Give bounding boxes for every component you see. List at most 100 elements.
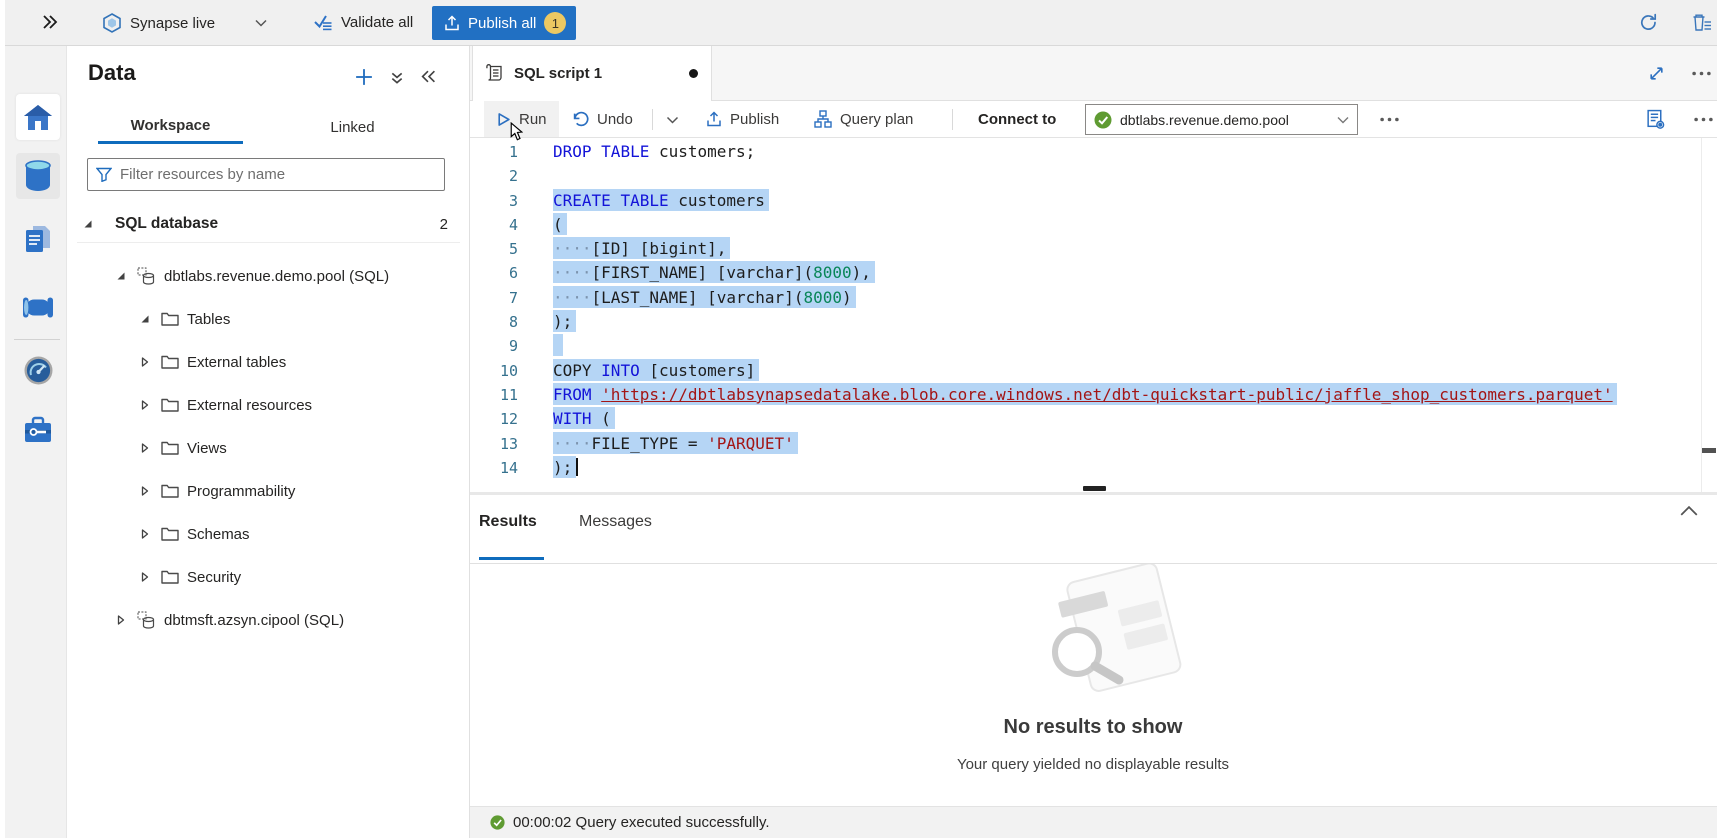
pane-more-actions-icon[interactable]: [1694, 117, 1713, 122]
code-line-7[interactable]: 7····[LAST_NAME] [varchar](8000): [470, 286, 1700, 310]
publish-count-badge: 1: [544, 12, 566, 34]
connect-to-label: Connect to: [978, 101, 1056, 137]
folder-icon: [161, 354, 179, 370]
add-resource-icon[interactable]: [355, 68, 373, 86]
run-play-icon: [496, 112, 511, 127]
publish-all-label: Publish all: [468, 15, 536, 32]
double-chevron-down-icon[interactable]: [390, 71, 404, 85]
pool-selector-dropdown[interactable]: dbtlabs.revenue.demo.pool: [1085, 104, 1358, 135]
publish-upload-icon: [444, 15, 460, 31]
folder-icon: [161, 569, 179, 585]
code-line-5[interactable]: 5····[ID] [bigint],: [470, 237, 1700, 261]
line-content: ····[FIRST_NAME] [varchar](8000),: [553, 261, 875, 283]
expand-menu-icon[interactable]: [41, 13, 59, 31]
line-number: 12: [470, 407, 518, 431]
gauge-icon: [23, 355, 54, 386]
code-line-8[interactable]: 8);: [470, 310, 1700, 334]
splitter-drag-handle[interactable]: [1083, 486, 1106, 491]
tree-group-sql-database[interactable]: SQL database 2: [67, 206, 470, 242]
undo-button[interactable]: Undo: [572, 101, 633, 137]
collapse-panel-icon[interactable]: [421, 70, 436, 83]
refresh-icon[interactable]: [1638, 12, 1659, 33]
sql-script-icon: [485, 64, 504, 83]
tree-item-views[interactable]: Views: [67, 430, 470, 466]
code-line-3[interactable]: 3CREATE TABLE customers: [470, 189, 1700, 213]
sidebar-item-manage[interactable]: [16, 406, 60, 452]
filter-resources-input[interactable]: [120, 166, 436, 183]
tab-linked[interactable]: Linked: [280, 110, 425, 144]
synapse-live-selector[interactable]: Synapse live: [102, 13, 215, 33]
tree-item-dbtmsft-azsyn-cipool-sql[interactable]: dbtmsft.azsyn.cipool (SQL): [67, 602, 470, 638]
expand-arrow-icon[interactable]: [139, 443, 151, 453]
tab-results[interactable]: Results: [479, 513, 537, 557]
line-content: DROP TABLE customers;: [553, 140, 755, 162]
publish-all-button[interactable]: Publish all 1: [432, 6, 576, 40]
run-button[interactable]: Run: [484, 101, 559, 137]
tree-item-label: dbtmsft.azsyn.cipool (SQL): [164, 612, 344, 629]
expand-arrow-icon[interactable]: [139, 486, 151, 496]
editor-scrollbar[interactable]: [1701, 138, 1702, 492]
code-line-14[interactable]: 14);: [470, 456, 1700, 480]
code-line-1[interactable]: 1DROP TABLE customers;: [470, 140, 1700, 164]
tab-workspace[interactable]: Workspace: [98, 110, 243, 144]
tree-item-dbtlabs-revenue-demo-pool-sql[interactable]: dbtlabs.revenue.demo.pool (SQL): [67, 258, 470, 294]
tab-more-actions-icon[interactable]: [1692, 71, 1711, 76]
validate-all-button[interactable]: Validate all: [313, 13, 413, 32]
tab-linked-label: Linked: [330, 119, 374, 136]
code-line-4[interactable]: 4(: [470, 213, 1700, 237]
expand-arrow-icon[interactable]: [139, 529, 151, 539]
tab-messages[interactable]: Messages: [579, 513, 652, 557]
scrollbar-cursor-mark: [1702, 448, 1716, 453]
line-content: [553, 334, 563, 356]
group-label: SQL database: [115, 215, 218, 233]
tree-item-external-tables[interactable]: External tables: [67, 344, 470, 380]
sidebar-item-integrate[interactable]: [16, 284, 60, 330]
collapse-arrow-icon[interactable]: [82, 219, 94, 229]
mode-chevron-icon[interactable]: [255, 19, 267, 27]
code-line-12[interactable]: 12WITH (: [470, 407, 1700, 431]
empty-results-subtitle: Your query yielded no displayable result…: [843, 756, 1343, 773]
messages-tab-label: Messages: [579, 513, 652, 531]
code-editor[interactable]: 1DROP TABLE customers;23CREATE TABLE cus…: [470, 138, 1717, 492]
collapse-results-chevron-icon[interactable]: [1680, 506, 1698, 516]
line-number: 4: [470, 213, 518, 237]
query-plan-button[interactable]: Query plan: [814, 101, 913, 137]
code-line-9[interactable]: 9: [470, 334, 1700, 358]
query-plan-label: Query plan: [840, 111, 913, 128]
line-number: 8: [470, 310, 518, 334]
no-results-illustration: [1025, 564, 1190, 699]
validate-label: Validate all: [341, 14, 413, 31]
properties-icon[interactable]: [1645, 109, 1666, 130]
tree-item-schemas[interactable]: Schemas: [67, 516, 470, 552]
toolbar-more-actions-icon[interactable]: [1380, 117, 1399, 122]
code-line-2[interactable]: 2: [470, 164, 1700, 188]
tree-item-programmability[interactable]: Programmability: [67, 473, 470, 509]
expand-arrow-icon[interactable]: [115, 615, 127, 625]
expand-arrow-icon[interactable]: [139, 400, 151, 410]
line-content: );: [553, 456, 576, 478]
line-number: 13: [470, 432, 518, 456]
code-line-11[interactable]: 11FROM 'https://dbtlabsynapsedatalake.bl…: [470, 383, 1700, 407]
tree-item-security[interactable]: Security: [67, 559, 470, 595]
collapse-arrow-icon[interactable]: [115, 271, 127, 281]
code-line-6[interactable]: 6····[FIRST_NAME] [varchar](8000),: [470, 261, 1700, 285]
discard-all-icon[interactable]: [1691, 12, 1713, 33]
run-options-chevron-icon[interactable]: [666, 116, 679, 124]
code-line-10[interactable]: 10COPY INTO [customers]: [470, 359, 1700, 383]
tab-sql-script-1[interactable]: SQL script 1: [472, 46, 712, 101]
publish-button[interactable]: Publish: [706, 101, 779, 137]
expand-arrow-icon[interactable]: [139, 357, 151, 367]
sidebar-item-home[interactable]: [16, 94, 60, 140]
sidebar-item-data[interactable]: [16, 153, 60, 199]
tree-item-external-resources[interactable]: External resources: [67, 387, 470, 423]
sidebar-item-develop[interactable]: [16, 216, 60, 262]
results-body: No results to show Your query yielded no…: [470, 564, 1717, 806]
expand-arrow-icon[interactable]: [139, 572, 151, 582]
collapse-arrow-icon[interactable]: [139, 314, 151, 324]
folder-icon: [161, 311, 179, 327]
sidebar-item-monitor[interactable]: [16, 347, 60, 393]
expand-editor-icon[interactable]: [1648, 65, 1665, 82]
query-status-bar: 00:00:02 Query executed successfully.: [470, 806, 1717, 838]
code-line-13[interactable]: 13····FILE_TYPE = 'PARQUET': [470, 432, 1700, 456]
tree-item-tables[interactable]: Tables: [67, 301, 470, 337]
